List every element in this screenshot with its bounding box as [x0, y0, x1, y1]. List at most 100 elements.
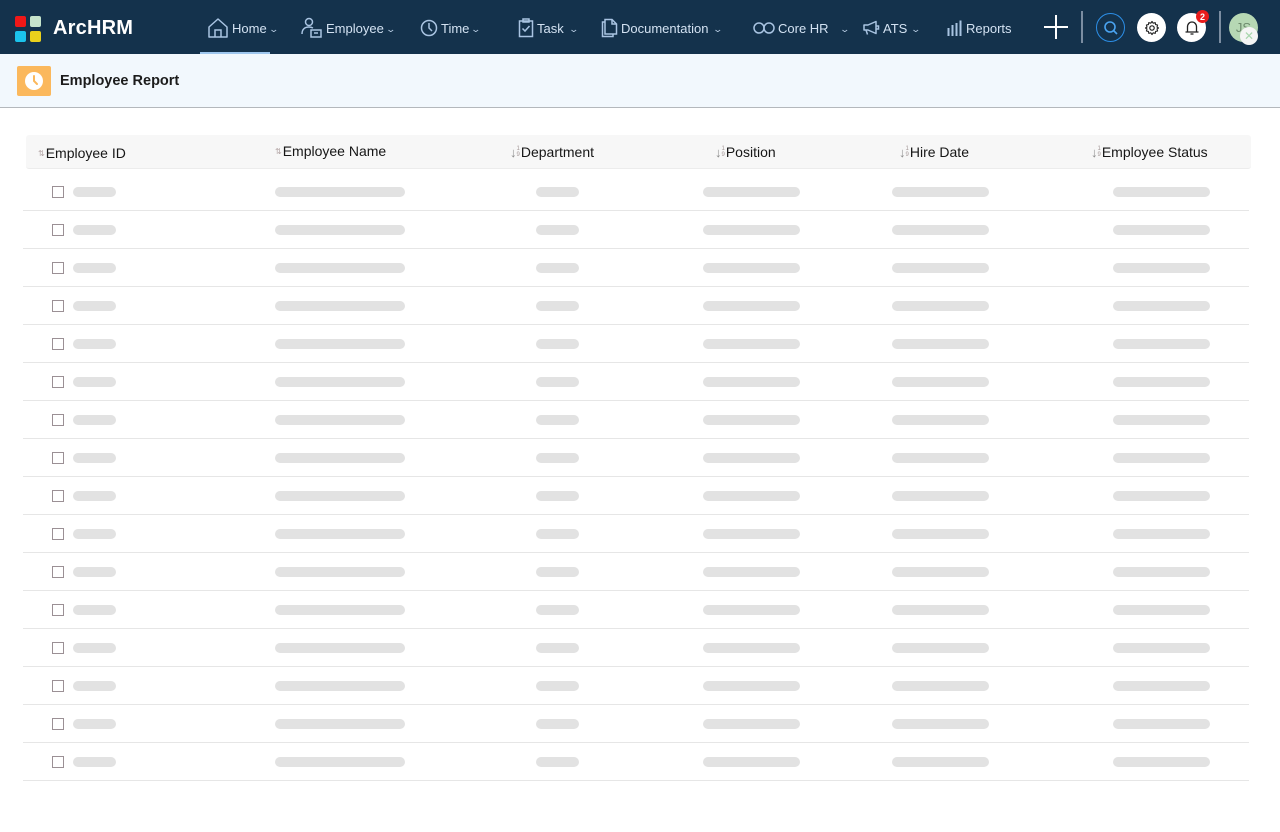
position-skeleton: [703, 187, 800, 197]
hire-date-skeleton: [892, 453, 989, 463]
column-header-employee-status[interactable]: ↓ 19 Employee Status: [1091, 135, 1208, 169]
row-checkbox[interactable]: [52, 414, 64, 426]
row-checkbox[interactable]: [52, 452, 64, 464]
table-row[interactable]: [23, 553, 1249, 591]
nav-item-label: Core HR: [778, 20, 829, 36]
sort-numeric-icon[interactable]: ↓ 19: [1091, 145, 1101, 160]
nav-divider: [1219, 11, 1221, 43]
row-checkbox[interactable]: [52, 756, 64, 768]
avatar-close-icon[interactable]: ✕: [1240, 27, 1258, 45]
page-icon-tile: [17, 66, 51, 96]
clock-icon: [420, 19, 438, 37]
chevron-down-icon: ⌄: [470, 23, 482, 34]
nav-item-home[interactable]: Home ⌄: [207, 14, 279, 42]
table-row[interactable]: [23, 401, 1249, 439]
position-skeleton: [703, 567, 800, 577]
hire-date-skeleton: [892, 415, 989, 425]
position-skeleton: [703, 301, 800, 311]
table-row[interactable]: [23, 249, 1249, 287]
nav-item-employee[interactable]: Employee ⌄: [301, 14, 396, 42]
table-header: ⇅ Employee ID ⇅ Employee Name ↓ 19 Depar…: [26, 135, 1251, 169]
column-header-department[interactable]: ↓ 19 Department: [510, 135, 594, 169]
row-checkbox[interactable]: [52, 224, 64, 236]
row-checkbox[interactable]: [52, 186, 64, 198]
sort-numeric-icon[interactable]: ↓ 19: [715, 145, 725, 160]
position-skeleton: [703, 377, 800, 387]
table-row[interactable]: [23, 325, 1249, 363]
table-row[interactable]: [23, 287, 1249, 325]
table-row[interactable]: [23, 591, 1249, 629]
sort-alpha-icon[interactable]: ⇅: [275, 147, 282, 156]
row-checkbox[interactable]: [52, 566, 64, 578]
row-checkbox[interactable]: [52, 680, 64, 692]
row-checkbox[interactable]: [52, 376, 64, 388]
row-checkbox[interactable]: [52, 718, 64, 730]
hire-date-skeleton: [892, 377, 989, 387]
row-checkbox[interactable]: [52, 490, 64, 502]
employee-id-skeleton: [73, 757, 116, 767]
app-brand-name[interactable]: ArcHRM: [53, 17, 133, 40]
row-checkbox[interactable]: [52, 338, 64, 350]
employee-status-skeleton: [1113, 491, 1210, 501]
table-row[interactable]: [23, 515, 1249, 553]
row-checkbox[interactable]: [52, 528, 64, 540]
megaphone-icon: [863, 20, 880, 35]
settings-button[interactable]: [1137, 13, 1166, 42]
column-header-employee-id[interactable]: ⇅ Employee ID: [38, 136, 126, 170]
sort-numeric-icon[interactable]: ↓ 19: [899, 145, 909, 160]
table-row[interactable]: [23, 363, 1249, 401]
nav-item-task[interactable]: Task ⌄: [518, 14, 579, 42]
add-button[interactable]: [1043, 14, 1069, 40]
table-row[interactable]: [23, 743, 1249, 781]
notification-count-badge: 2: [1196, 10, 1209, 23]
employee-status-skeleton: [1113, 415, 1210, 425]
employee-name-skeleton: [275, 757, 405, 767]
chevron-down-icon: ⌄: [712, 23, 724, 34]
column-header-hire-date[interactable]: ↓ 19 Hire Date: [899, 135, 969, 169]
table-row[interactable]: [23, 667, 1249, 705]
table-row[interactable]: [23, 705, 1249, 743]
search-button[interactable]: [1096, 13, 1125, 42]
position-skeleton: [703, 605, 800, 615]
nav-item-label: Reports: [966, 20, 1012, 36]
column-header-employee-name[interactable]: ⇅ Employee Name: [275, 134, 386, 168]
hire-date-skeleton: [892, 529, 989, 539]
department-skeleton: [536, 415, 579, 425]
table-row[interactable]: [23, 477, 1249, 515]
row-checkbox[interactable]: [52, 604, 64, 616]
employee-id-skeleton: [73, 681, 116, 691]
row-checkbox[interactable]: [52, 300, 64, 312]
app-logo-icon[interactable]: [15, 16, 41, 43]
department-skeleton: [536, 605, 579, 615]
chevron-down-icon: ⌄: [568, 23, 579, 34]
logo-square-blue: [15, 31, 26, 42]
employee-status-skeleton: [1113, 187, 1210, 197]
nav-item-core-hr[interactable]: Core HR ⌄: [753, 14, 850, 42]
nav-item-reports[interactable]: Reports: [947, 14, 1012, 42]
department-skeleton: [536, 567, 579, 577]
employee-status-skeleton: [1113, 567, 1210, 577]
nav-item-time[interactable]: Time ⌄: [420, 14, 482, 42]
position-skeleton: [703, 225, 800, 235]
nav-item-ats[interactable]: ATS ⌄: [862, 14, 921, 42]
bar-chart-icon: [947, 20, 962, 36]
table-row[interactable]: [23, 211, 1249, 249]
column-header-position[interactable]: ↓ 19 Position: [715, 135, 776, 169]
table-row[interactable]: [23, 439, 1249, 477]
employee-icon: [301, 17, 322, 38]
employee-name-skeleton: [275, 377, 405, 387]
column-header-label: Department: [520, 144, 594, 160]
employee-status-skeleton: [1113, 453, 1210, 463]
sort-numeric-icon[interactable]: ↓ 19: [510, 145, 520, 160]
employee-name-skeleton: [275, 605, 405, 615]
employee-status-skeleton: [1113, 529, 1210, 539]
table-row[interactable]: [23, 173, 1249, 211]
employee-id-skeleton: [73, 567, 116, 577]
sort-alpha-icon[interactable]: ⇅: [38, 149, 45, 158]
table-row[interactable]: [23, 629, 1249, 667]
nav-item-documentation[interactable]: Documentation ⌄: [601, 14, 724, 42]
row-checkbox[interactable]: [52, 262, 64, 274]
department-skeleton: [536, 339, 579, 349]
hire-date-skeleton: [892, 301, 989, 311]
row-checkbox[interactable]: [52, 642, 64, 654]
